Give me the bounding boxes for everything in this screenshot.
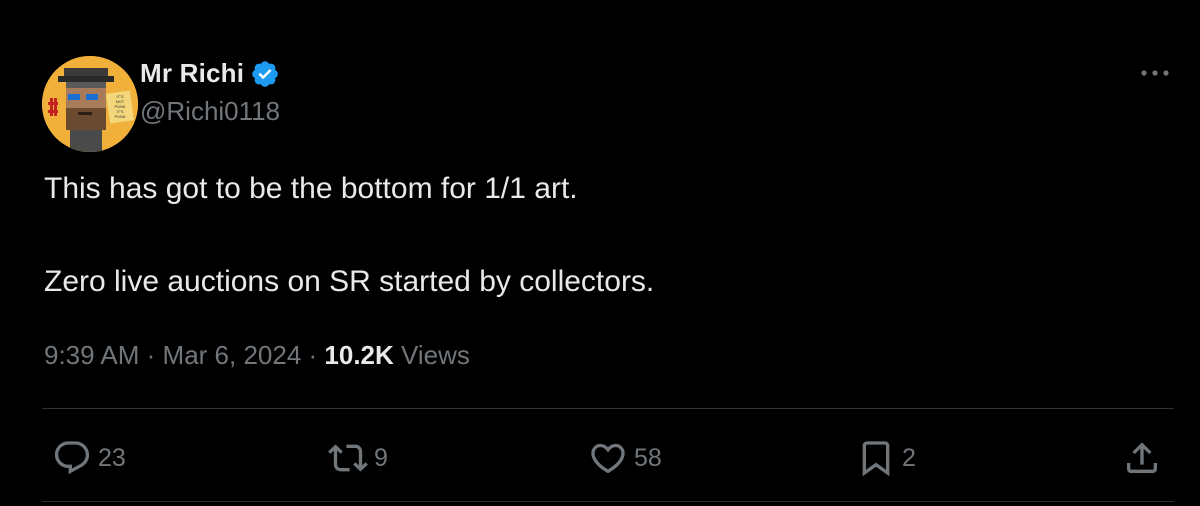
avatar[interactable]: IT'S NOT PUNK IT'S PUNK: [42, 56, 138, 152]
meta-separator: ·: [146, 340, 163, 370]
bookmark-count: 2: [902, 443, 916, 472]
divider-top: [42, 408, 1174, 409]
reply-count: 23: [98, 443, 126, 472]
tweet-time[interactable]: 9:39 AM: [44, 340, 139, 370]
repost-count: 9: [374, 443, 388, 472]
like-button[interactable]: 58: [588, 438, 662, 478]
like-count: 58: [634, 443, 662, 472]
tweet-line-2: Zero live auctions on SR started by coll…: [44, 265, 655, 298]
views-label: Views: [401, 340, 470, 370]
reply-button[interactable]: 23: [52, 438, 126, 478]
avatar-sign-text-5: PUNK: [114, 114, 125, 119]
tweet-line-1: This has got to be the bottom for 1/1 ar…: [44, 172, 578, 205]
author-name-row: Mr Richi: [140, 58, 280, 89]
more-options-icon[interactable]: [1138, 58, 1172, 88]
bookmark-button[interactable]: 2: [856, 438, 916, 478]
repost-button[interactable]: 9: [328, 438, 388, 478]
share-icon: [1127, 442, 1157, 473]
bookmark-icon: [862, 441, 890, 477]
heart-icon: [591, 443, 625, 474]
share-button[interactable]: [1122, 438, 1162, 478]
views-count: 10.2K: [324, 340, 394, 370]
verified-badge-icon[interactable]: [250, 59, 280, 89]
tweet-text: This has got to be the bottom for 1/1 ar…: [44, 166, 1144, 305]
reply-icon: [54, 441, 90, 475]
author-handle[interactable]: @Richi0118: [140, 96, 280, 127]
pixel-art-avatar-icon: IT'S NOT PUNK IT'S PUNK: [42, 56, 138, 152]
divider-bottom: [42, 501, 1174, 502]
meta-separator: ·: [308, 340, 325, 370]
tweet-date[interactable]: Mar 6, 2024: [163, 340, 302, 370]
tweet-meta: 9:39 AM · Mar 6, 2024 · 10.2K Views: [44, 340, 470, 371]
display-name[interactable]: Mr Richi: [140, 58, 244, 89]
repost-icon: [328, 444, 368, 472]
